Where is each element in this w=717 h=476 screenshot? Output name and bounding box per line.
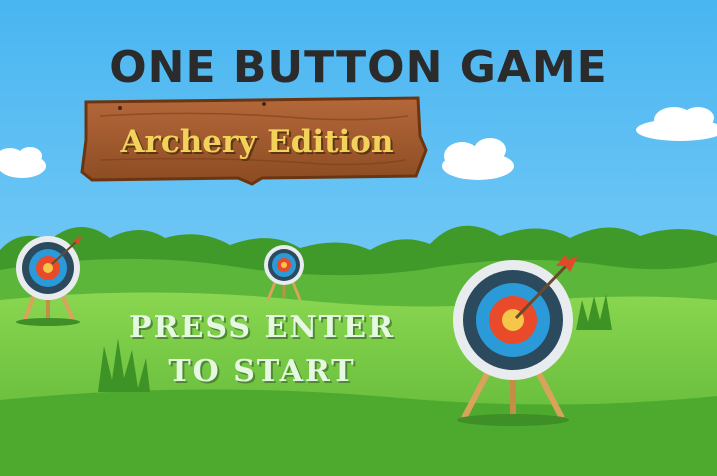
archery-target-icon (264, 245, 304, 301)
start-prompt-line-1: PRESS ENTER (129, 310, 395, 345)
archery-target-icon (16, 236, 80, 326)
cloud-icon (442, 138, 514, 180)
game-subtitle: Archery Edition (120, 124, 394, 160)
cloud-icon (0, 147, 46, 178)
archery-target-icon (453, 260, 573, 426)
start-prompt-line-2: TO START (168, 354, 356, 389)
start-prompt[interactable]: PRESS ENTER TO START (92, 306, 432, 394)
game-title: ONE BUTTON GAME (109, 42, 608, 93)
